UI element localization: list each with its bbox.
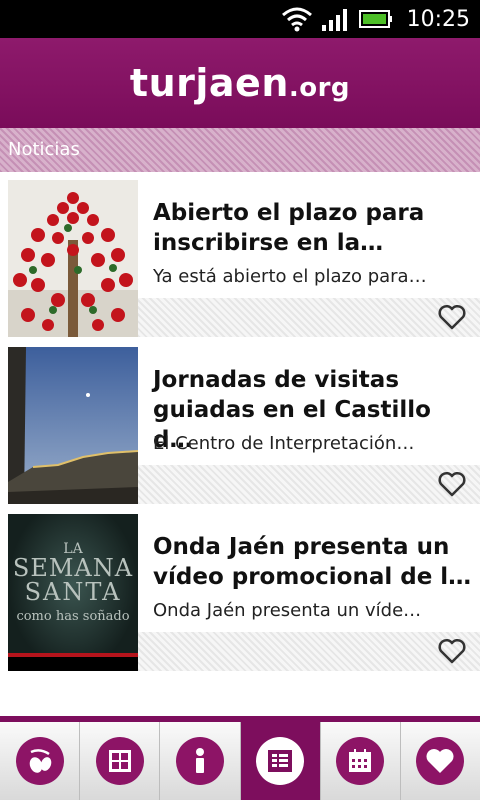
- brand-name: turjaen: [129, 61, 289, 105]
- news-item[interactable]: Abierto el plazo para inscribirse en la……: [8, 180, 480, 337]
- section-title: Noticias: [0, 128, 480, 172]
- favorite-strip: [138, 298, 480, 337]
- news-item[interactable]: LA SEMANA SANTA como has soñado Onda Jaé…: [8, 514, 480, 671]
- heart-outline-icon[interactable]: [438, 471, 466, 497]
- info-icon: [195, 748, 204, 773]
- heart-outline-icon[interactable]: [438, 304, 466, 330]
- tab-calendar-circle: [336, 737, 385, 785]
- battery-icon: [358, 10, 392, 28]
- news-excerpt: Onda Jaén presenta un víde…: [153, 600, 422, 621]
- thumbnail-dark-band: [8, 657, 138, 671]
- tab-info[interactable]: [160, 722, 241, 800]
- news-thumbnail: [8, 180, 138, 337]
- tab-checklist[interactable]: [80, 722, 161, 800]
- favorite-strip: [138, 465, 480, 504]
- tab-olive-circle: [15, 737, 64, 785]
- news-thumbnail: LA SEMANA SANTA como has soñado: [8, 514, 138, 671]
- news-excerpt: Ya está abierto el plazo para…: [153, 266, 427, 287]
- tab-favorites[interactable]: [400, 722, 480, 800]
- news-title-line: Jornadas de visitas: [153, 367, 400, 393]
- signal-icon: [321, 9, 347, 31]
- status-bar: 10:25: [0, 0, 480, 38]
- tab-news-circle: [256, 737, 305, 785]
- thumbnail-caption-line: SANTA: [24, 578, 122, 606]
- checklist-icon: [108, 750, 131, 772]
- tab-calendar[interactable]: [320, 722, 401, 800]
- tab-favorites-circle: [416, 737, 465, 785]
- news-title-line: inscribirse en la…: [153, 230, 384, 256]
- app-header: turjaen.org: [0, 38, 480, 128]
- tab-olive[interactable]: [0, 722, 81, 800]
- news-title-line: Onda Jaén presenta un: [153, 534, 450, 560]
- news-icon: [268, 750, 293, 772]
- tab-checklist-circle: [95, 737, 144, 785]
- brand-suffix: .org: [288, 73, 351, 103]
- heart-outline-icon[interactable]: [438, 638, 466, 664]
- tab-news[interactable]: [240, 722, 321, 800]
- news-excerpt: El Centro de Interpretación…: [153, 433, 415, 454]
- heart-icon: [426, 749, 454, 773]
- news-title: Abierto el plazo para inscribirse en la…: [153, 198, 473, 258]
- news-title: Onda Jaén presenta un vídeo promocional …: [153, 532, 473, 592]
- olive-icon: [29, 749, 51, 773]
- tab-info-circle: [175, 737, 224, 785]
- brand-logo: turjaen.org: [130, 61, 350, 105]
- calendar-icon: [349, 749, 372, 772]
- news-title-line: Abierto el plazo para: [153, 200, 425, 226]
- wifi-icon: [281, 7, 312, 32]
- clock: 10:25: [406, 6, 470, 32]
- news-title-line: vídeo promocional de l…: [153, 564, 472, 590]
- favorite-strip: [138, 632, 480, 671]
- thumbnail-caption-line: como has soñado: [16, 609, 130, 624]
- news-thumbnail: [8, 347, 138, 504]
- news-item[interactable]: Jornadas de visitas guiadas en el Castil…: [8, 347, 480, 504]
- thumbnail-caption: LA SEMANA SANTA como has soñado: [8, 542, 138, 623]
- thumbnail-caption-line: SEMANA: [12, 554, 134, 582]
- bottom-tabs: [0, 722, 480, 800]
